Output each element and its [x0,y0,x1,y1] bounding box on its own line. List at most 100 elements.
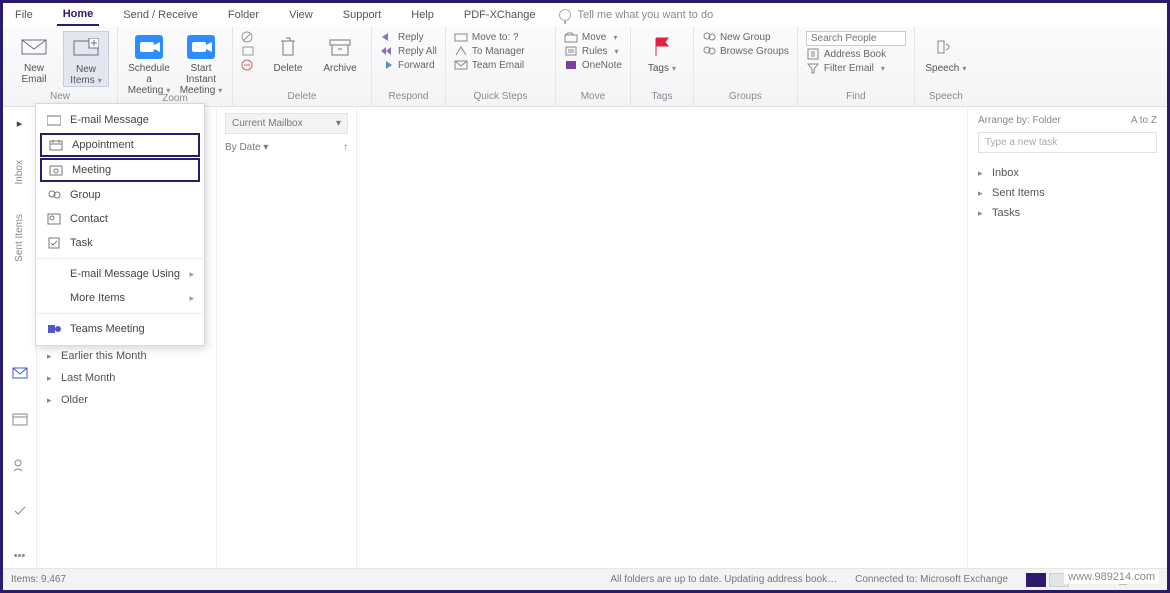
new-items-menu: E-mail Message Appointment Meeting Group… [35,103,205,346]
rail-label-sent[interactable]: Sent Items [14,214,25,262]
tab-support[interactable]: Support [337,5,388,25]
ribbon-group-move: Move Rules OneNote Move [556,27,631,106]
tab-pdf-xchange[interactable]: PDF-XChange [458,5,542,25]
quickstep-moveto[interactable]: Move to: ? [454,31,525,43]
quickstep-teamemail[interactable]: Team Email [454,59,525,71]
move-button[interactable]: Move [564,31,622,43]
zoom-calendar-icon [134,34,164,60]
group-label-speech: Speech [923,91,969,104]
menu-meeting[interactable]: Meeting [40,158,200,182]
speech-label: Speech [925,63,966,74]
contact-icon [46,212,62,226]
new-task-input[interactable]: Type a new task [978,132,1157,153]
chevron-down-icon: ▾ [263,142,268,153]
search-people-input[interactable] [806,31,906,46]
tags-label: Tags [648,63,676,74]
new-items-button[interactable]: New Items [63,31,109,87]
menu-appointment[interactable]: Appointment [40,133,200,157]
sort-by-selector[interactable]: By Date ▾ [225,142,268,153]
rail-label-inbox[interactable]: Inbox [14,160,25,184]
todo-folder-inbox[interactable]: ▸Inbox [978,163,1157,183]
envelope-icon [19,34,49,60]
menu-task[interactable]: Task [36,231,204,255]
todo-folder-sent[interactable]: ▸Sent Items [978,183,1157,203]
tab-home[interactable]: Home [57,4,100,26]
ribbon-group-new: New Email New Items New [3,27,118,106]
folder-nav: E-mail Message Appointment Meeting Group… [37,107,217,568]
todo-folder-tasks[interactable]: ▸Tasks [978,203,1157,223]
delete-button[interactable]: Delete [265,31,311,74]
cleanup-button[interactable] [241,45,255,57]
tab-send-receive[interactable]: Send / Receive [117,5,204,25]
ribbon-group-delete: Delete Archive Delete [233,27,372,106]
todo-sort-label[interactable]: A to Z [1131,115,1157,126]
reply-button[interactable]: Reply [380,31,437,43]
rail-caret-icon[interactable]: ▸ [17,117,23,130]
start-instant-label: Start Instant Meeting [178,63,224,96]
nav-group-older[interactable]: ▸Older [43,389,210,411]
browse-groups-button[interactable]: Browse Groups [702,45,789,57]
view-switcher [1026,573,1069,587]
status-bar: Items: 9,467 All folders are up to date.… [3,568,1167,590]
ribbon-group-find: Address Book Filter Email Find [798,27,915,106]
tab-help[interactable]: Help [405,5,440,25]
archive-button[interactable]: Archive [317,31,363,74]
archive-icon [325,34,355,60]
filter-email-button[interactable]: Filter Email [806,62,906,74]
teams-icon [46,322,62,336]
task-icon [46,236,62,250]
quickstep-tomanager[interactable]: To Manager [454,45,525,57]
new-group-button[interactable]: New Group [702,31,789,43]
menu-email-using[interactable]: E-mail Message Using ▸ [36,262,204,286]
schedule-meeting-button[interactable]: Schedule a Meeting [126,31,172,96]
flag-icon [647,34,677,60]
menu-group[interactable]: Group [36,183,204,207]
todo-arrange-label[interactable]: Arrange by: Folder [978,115,1061,126]
menu-more-items[interactable]: More Items ▸ [36,286,204,310]
tags-button[interactable]: Tags [639,31,685,74]
nav-group-lastmonth[interactable]: ▸Last Month [43,367,210,389]
tasks-nav-icon[interactable] [12,504,28,520]
zoom-video-icon [186,34,216,60]
watermark: www.989214.com [1064,570,1159,584]
nav-more-icon[interactable]: ••• [14,550,26,562]
trash-icon [273,34,303,60]
calendar-nav-icon[interactable] [12,412,28,428]
nav-group-earlier[interactable]: ▸Earlier this Month [43,345,210,367]
new-email-button[interactable]: New Email [11,31,57,85]
ribbon-group-tags: Tags Tags [631,27,694,106]
status-items: Items: 9,467 [11,574,66,585]
menu-email-message[interactable]: E-mail Message [36,108,204,132]
menu-contact[interactable]: Contact [36,207,204,231]
junk-button[interactable] [241,59,255,71]
view-normal-button[interactable] [1026,573,1046,587]
ignore-button[interactable] [241,31,255,43]
forward-button[interactable]: Forward [380,59,437,71]
status-sync: All folders are up to date. Updating add… [610,574,837,585]
people-nav-icon[interactable] [12,458,28,474]
speech-button[interactable]: Speech [923,31,969,74]
ribbon-group-zoom: Schedule a Meeting Start Instant Meeting… [118,27,233,106]
tab-folder[interactable]: Folder [222,5,265,25]
address-book-button[interactable]: Address Book [806,48,906,60]
sort-direction-toggle[interactable]: ↑ [343,142,348,153]
tab-view[interactable]: View [283,5,319,25]
group-label-tags: Tags [639,91,685,104]
tell-me-search[interactable]: Tell me what you want to do [559,9,713,21]
main-area: ▸ Inbox Sent Items ••• E-mail Message Ap… [3,107,1167,568]
new-items-label: New Items [64,64,108,86]
reply-all-button[interactable]: Reply All [380,45,437,57]
rules-button[interactable]: Rules [564,45,622,57]
tab-file[interactable]: File [9,5,39,25]
group-label-new: New [11,91,109,104]
archive-label: Archive [323,63,356,74]
submenu-arrow-icon: ▸ [189,269,194,280]
start-instant-meeting-button[interactable]: Start Instant Meeting [178,31,224,96]
mail-nav-icon[interactable] [12,366,28,382]
calendar-icon [48,138,64,152]
meeting-icon [48,163,64,177]
onenote-button[interactable]: OneNote [564,59,622,71]
mailbox-scope-selector[interactable]: Current Mailbox ▾ [225,113,348,134]
menu-teams-meeting[interactable]: Teams Meeting [36,317,204,341]
tell-me-label: Tell me what you want to do [577,9,713,21]
